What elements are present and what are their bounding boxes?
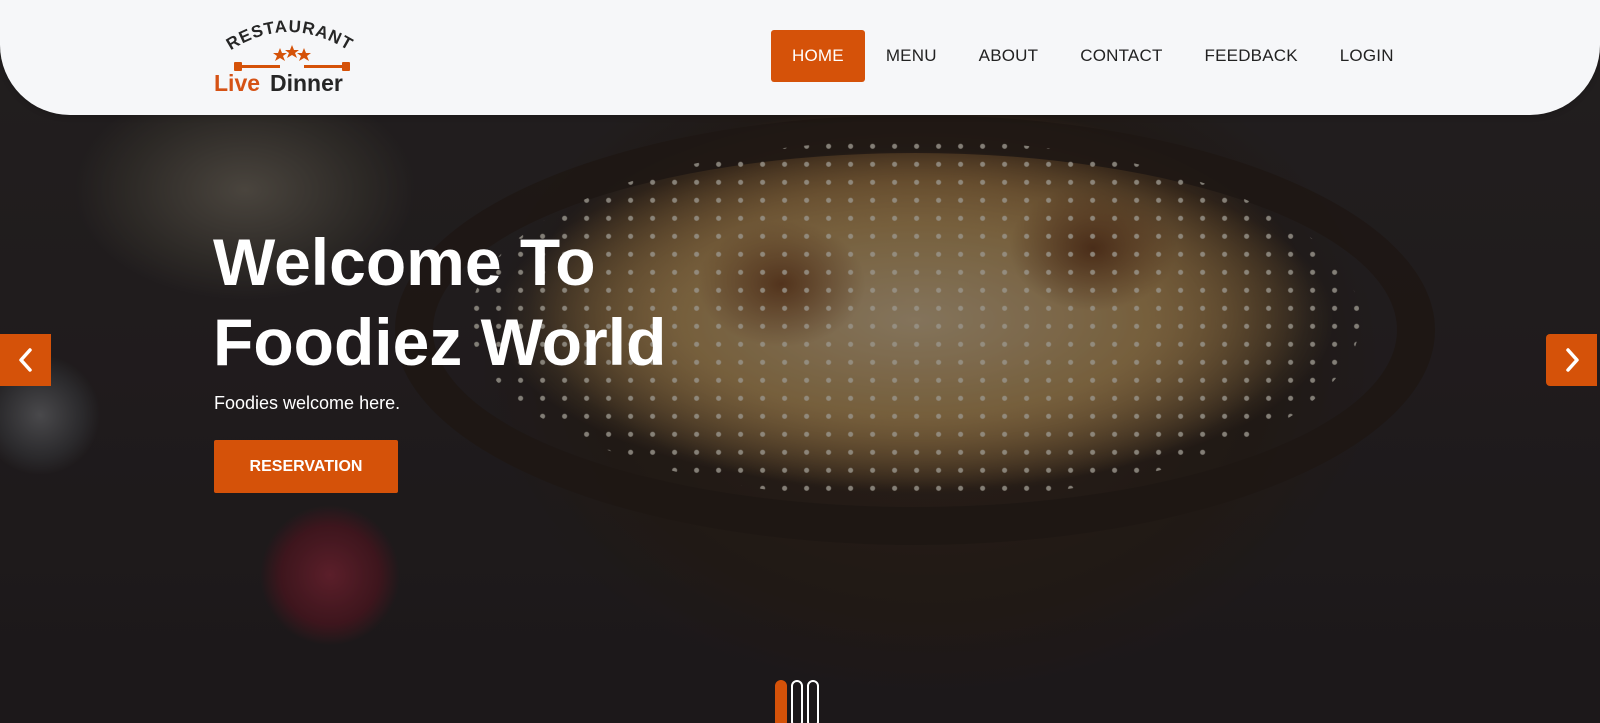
nav-item-feedback[interactable]: FEEDBACK — [1184, 30, 1319, 82]
carousel-indicators — [775, 680, 819, 723]
carousel-prev-button[interactable] — [0, 334, 51, 386]
logo-emblem-icon: RESTAURANT — [223, 18, 357, 71]
site-header: RESTAURANT Live Dinner HOME MENU ABOUT C… — [0, 0, 1600, 115]
svg-text:RESTAURANT: RESTAURANT — [223, 18, 357, 54]
nav-item-home[interactable]: HOME — [771, 30, 865, 82]
nav-item-menu[interactable]: MENU — [865, 30, 958, 82]
carousel-next-button[interactable] — [1546, 334, 1597, 386]
main-nav: HOME MENU ABOUT CONTACT FEEDBACK LOGIN — [771, 30, 1415, 82]
chevron-left-icon — [18, 348, 32, 372]
carousel-indicator-3[interactable] — [807, 680, 819, 723]
carousel-indicator-1[interactable] — [775, 680, 787, 723]
reservation-button[interactable]: RESERVATION — [214, 440, 398, 493]
nav-item-about[interactable]: ABOUT — [958, 30, 1060, 82]
hero-title-line1: Welcome To — [213, 225, 596, 299]
hero-title: Welcome To Foodiez World — [213, 222, 833, 382]
logo-arc-text: RESTAURANT — [223, 18, 356, 54]
nav-item-contact[interactable]: CONTACT — [1059, 30, 1183, 82]
hero-subtitle: Foodies welcome here. — [214, 393, 401, 413]
hero-title-line2: Foodiez World — [213, 305, 667, 379]
carousel-indicator-2[interactable] — [791, 680, 803, 723]
logo-name-dinner: Dinner — [270, 70, 343, 96]
nav-item-login[interactable]: LOGIN — [1319, 30, 1415, 82]
brand-logo[interactable]: RESTAURANT Live Dinner — [212, 18, 372, 100]
chevron-right-icon — [1565, 348, 1579, 372]
logo-name-live: Live — [214, 70, 261, 96]
